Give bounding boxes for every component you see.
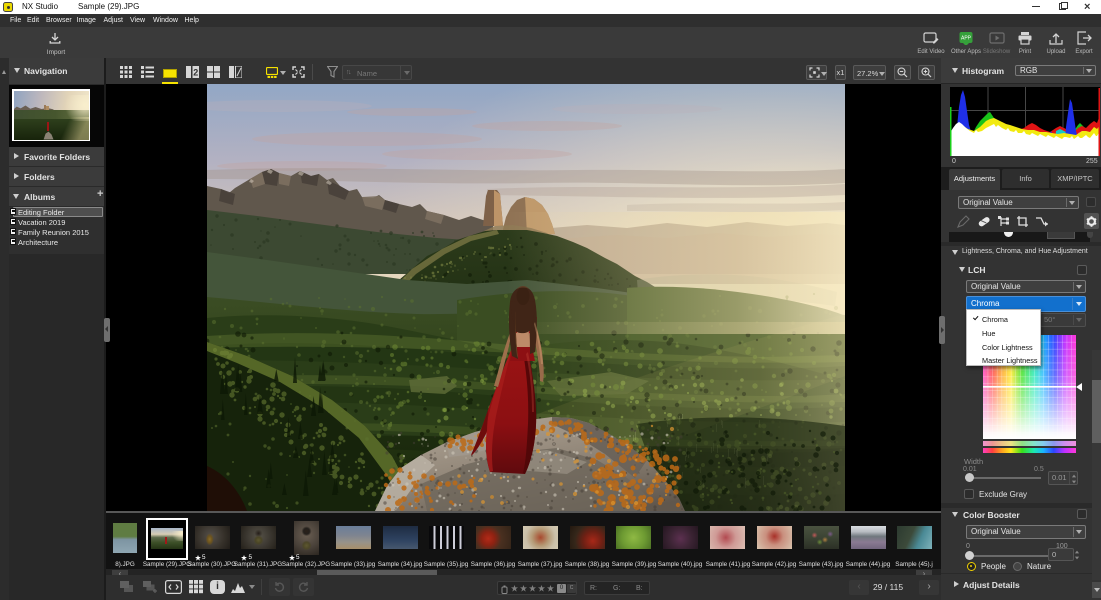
svg-text:2: 2	[193, 68, 198, 78]
svg-text:APP: APP	[961, 36, 972, 42]
